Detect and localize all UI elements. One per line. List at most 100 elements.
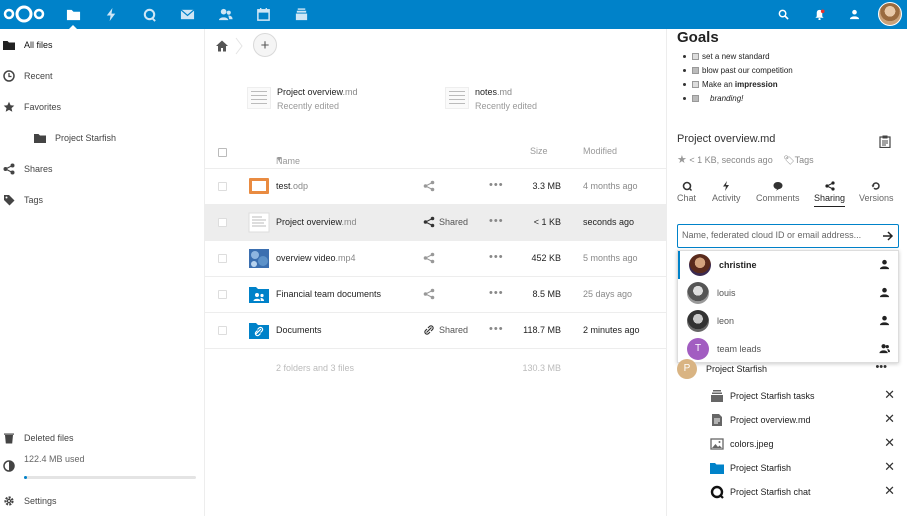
app-navigation: All files Recent Favorites Project Starf… — [0, 29, 205, 516]
arrow-right-icon[interactable] — [882, 230, 894, 242]
link-icon[interactable] — [423, 324, 435, 336]
remove-icon[interactable]: ✕ — [884, 483, 895, 499]
project-resource[interactable]: Project overview.md ✕ — [710, 411, 895, 431]
remove-icon[interactable]: ✕ — [884, 435, 895, 451]
share-search-field[interactable] — [677, 224, 899, 248]
row-checkbox[interactable] — [218, 182, 227, 191]
avatar — [687, 282, 709, 304]
search-icon[interactable] — [769, 0, 797, 29]
remove-icon[interactable]: ✕ — [884, 387, 895, 403]
share-search-input[interactable] — [682, 230, 878, 240]
column-modified[interactable]: Modified — [583, 146, 617, 156]
tab-comments[interactable]: Comments — [756, 181, 800, 207]
file-summary: 2 folders and 3 files — [276, 363, 355, 373]
resource-name: colors.jpeg — [730, 439, 774, 449]
star-icon — [3, 101, 15, 112]
notifications-icon[interactable] — [805, 0, 833, 29]
file-row-overview-video[interactable]: overview video.mp4 ••• 452 KB 5 months a… — [205, 241, 666, 277]
nav-favorite-project-starfish[interactable]: Project Starfish — [0, 123, 204, 153]
file-row-project-overview[interactable]: Project overview.md Shared ••• < 1 KB se… — [205, 205, 666, 241]
suggestion-leon[interactable]: leon — [678, 307, 898, 335]
tab-activity[interactable]: Activity — [712, 181, 741, 207]
suggestion-christine[interactable]: christine — [678, 251, 898, 279]
share-icon[interactable] — [423, 288, 435, 300]
suggestion-louis[interactable]: louis — [678, 279, 898, 307]
clipboard-icon[interactable] — [879, 135, 891, 148]
tab-versions[interactable]: Versions — [859, 181, 894, 207]
recent-file-name: notes.md — [475, 87, 513, 97]
group-folder-icon — [249, 287, 269, 303]
select-all-checkbox[interactable] — [218, 148, 227, 157]
deck-app-icon[interactable] — [282, 0, 320, 29]
file-row-documents[interactable]: Documents Shared ••• 118.7 MB 2 minutes … — [205, 313, 666, 349]
recent-file-notes[interactable]: notes.md Recently edited — [445, 81, 585, 119]
nav-quota: 122.4 MB used — [0, 449, 204, 479]
user-icon — [879, 315, 890, 326]
resource-name: Project overview.md — [730, 415, 811, 425]
nav-shares[interactable]: Shares — [0, 154, 204, 184]
activity-icon — [723, 181, 730, 191]
more-actions-icon[interactable]: ••• — [489, 215, 504, 227]
home-icon[interactable] — [215, 39, 229, 53]
project-resource[interactable]: colors.jpeg ✕ — [710, 435, 895, 455]
row-checkbox[interactable] — [218, 218, 227, 227]
user-avatar[interactable] — [878, 2, 902, 26]
file-name: Project overview.md — [276, 217, 357, 227]
share-icon[interactable] — [423, 216, 435, 228]
contacts-menu-icon[interactable] — [840, 0, 868, 29]
presentation-icon — [249, 178, 269, 194]
more-actions-icon[interactable]: ••• — [489, 323, 504, 335]
remove-icon[interactable]: ✕ — [884, 459, 895, 475]
shared-label[interactable]: Shared — [439, 217, 468, 227]
contacts-app-icon[interactable] — [206, 0, 244, 29]
nav-favorites[interactable]: Favorites — [0, 92, 204, 122]
star-icon[interactable]: ★ — [677, 154, 687, 166]
nav-settings[interactable]: Settings — [0, 486, 204, 516]
goal-item: set a new standard — [683, 52, 770, 61]
row-checkbox[interactable] — [218, 254, 227, 263]
talk-app-icon[interactable] — [130, 0, 168, 29]
row-checkbox[interactable] — [218, 326, 227, 335]
share-icon[interactable] — [423, 252, 435, 264]
project-resource[interactable]: Project Starfish chat ✕ — [710, 483, 895, 503]
files-app-icon[interactable] — [54, 0, 92, 29]
checkbox-icon — [692, 53, 699, 60]
file-modified: 5 months ago — [583, 253, 638, 263]
nav-recent[interactable]: Recent — [0, 61, 204, 91]
more-actions-icon[interactable]: ••• — [489, 179, 504, 191]
project-more-icon[interactable]: ••• — [875, 361, 887, 373]
file-row-financial-team-documents[interactable]: Financial team documents ••• 8.5 MB 25 d… — [205, 277, 666, 313]
column-size[interactable]: Size — [530, 146, 548, 156]
shared-label[interactable]: Shared — [439, 325, 468, 335]
tags-label[interactable]: Tags — [795, 155, 814, 165]
nextcloud-logo-icon[interactable] — [2, 4, 46, 24]
project-resource[interactable]: Project Starfish tasks ✕ — [710, 387, 895, 407]
mail-app-icon[interactable] — [168, 0, 206, 29]
document-icon — [712, 414, 722, 426]
row-checkbox[interactable] — [218, 290, 227, 299]
remove-icon[interactable]: ✕ — [884, 411, 895, 427]
tag-icon[interactable]: 🏷 — [783, 155, 794, 165]
more-actions-icon[interactable]: ••• — [489, 287, 504, 299]
new-file-button[interactable]: + — [253, 33, 277, 57]
activity-app-icon[interactable] — [92, 0, 130, 29]
recent-file-project-overview[interactable]: Project overview.md Recently edited — [247, 81, 407, 119]
calendar-app-icon[interactable] — [244, 0, 282, 29]
tab-sharing[interactable]: Sharing — [814, 181, 846, 207]
document-icon — [248, 212, 270, 233]
nav-shares-label: Shares — [24, 164, 53, 174]
project-resource[interactable]: Project Starfish ✕ — [710, 459, 895, 479]
file-modified: 2 minutes ago — [583, 325, 640, 335]
sidebar-file-meta: ★ < 1 KB, seconds ago 🏷Tags — [677, 154, 814, 166]
project-share-row[interactable]: P Project Starfish ••• — [677, 359, 897, 383]
tab-chat[interactable]: Chat — [677, 181, 696, 207]
nav-tags[interactable]: Tags — [0, 185, 204, 215]
trash-icon — [4, 433, 14, 444]
avatar — [689, 254, 711, 276]
suggestion-name: christine — [719, 260, 757, 270]
file-row-test[interactable]: test.odp ••• 3.3 MB 4 months ago — [205, 169, 666, 205]
quota-pie-icon — [3, 460, 15, 472]
more-actions-icon[interactable]: ••• — [489, 251, 504, 263]
nav-all-files[interactable]: All files — [0, 30, 204, 60]
share-icon[interactable] — [423, 180, 435, 192]
